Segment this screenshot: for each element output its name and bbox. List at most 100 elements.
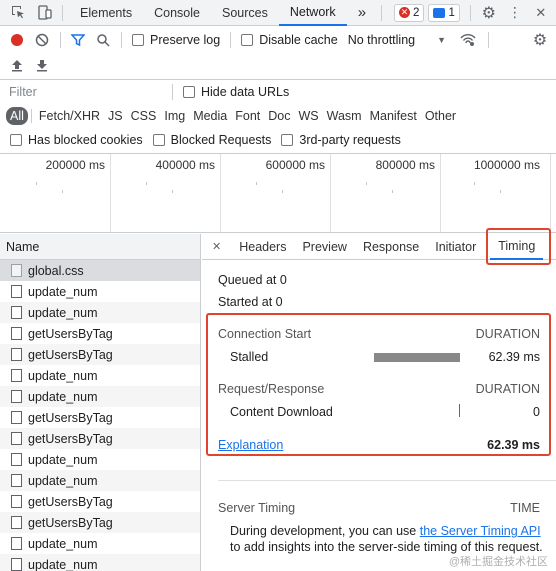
checkbox[interactable] <box>132 34 144 46</box>
search-icon[interactable] <box>95 32 111 48</box>
record-icon[interactable] <box>9 32 25 48</box>
request-name: update_num <box>28 284 98 299</box>
third-party-requests-checkbox[interactable]: 3rd-party requests <box>281 133 401 147</box>
started-at: Started at 0 <box>218 295 283 309</box>
import-har-icon[interactable] <box>9 57 25 73</box>
tab-sources[interactable]: Sources <box>211 0 279 26</box>
request-row[interactable]: update_num <box>0 554 200 571</box>
checkbox[interactable] <box>281 134 294 146</box>
close-details-icon[interactable]: ✕ <box>202 234 231 260</box>
request-name: update_num <box>28 557 98 571</box>
request-row[interactable]: update_num <box>0 386 200 407</box>
type-filter-doc[interactable]: Doc <box>264 107 294 125</box>
file-icon <box>11 432 22 445</box>
file-icon <box>11 348 22 361</box>
network-overview-timeline[interactable]: 200000 ms 400000 ms 600000 ms 800000 ms … <box>0 153 556 233</box>
network-settings-gear-icon[interactable]: ⚙ <box>532 32 548 49</box>
divider <box>218 480 556 481</box>
request-row[interactable]: global.css <box>0 260 200 281</box>
more-options-icon[interactable]: ⋮ <box>507 4 523 21</box>
request-name: update_num <box>28 536 98 551</box>
request-response-heading: Request/Response <box>218 382 325 396</box>
divider <box>121 32 122 48</box>
hide-data-urls-label: Hide data URLs <box>201 85 290 99</box>
request-row[interactable]: getUsersByTag <box>0 491 200 512</box>
request-row[interactable]: getUsersByTag <box>0 344 200 365</box>
request-row[interactable]: getUsersByTag <box>0 512 200 533</box>
checkbox[interactable] <box>152 134 165 146</box>
tab-initiator[interactable]: Initiator <box>427 234 484 260</box>
tab-headers[interactable]: Headers <box>231 234 294 260</box>
checkbox[interactable] <box>183 86 195 98</box>
checkbox[interactable] <box>241 34 254 46</box>
name-column-header[interactable]: Name <box>0 234 200 260</box>
messages-badge[interactable]: 1 <box>428 3 460 22</box>
import-export-toolbar <box>0 53 556 77</box>
type-filter-fetch-xhr[interactable]: Fetch/XHR <box>35 107 104 125</box>
has-blocked-cookies-checkbox[interactable]: Has blocked cookies <box>10 133 143 147</box>
more-tabs-button[interactable]: » <box>347 0 377 26</box>
tab-preview[interactable]: Preview <box>294 234 354 260</box>
request-name: update_num <box>28 389 98 404</box>
checkbox[interactable] <box>10 134 22 146</box>
request-row[interactable]: update_num <box>0 533 200 554</box>
timeline-label: 200000 ms <box>45 158 105 172</box>
device-toolbar-icon[interactable] <box>36 5 52 21</box>
filter-icon[interactable] <box>70 32 86 48</box>
type-filter-ws[interactable]: WS <box>294 107 322 125</box>
export-har-icon[interactable] <box>34 57 50 73</box>
timeline-tick <box>282 190 283 193</box>
tab-elements[interactable]: Elements <box>69 0 143 26</box>
request-row[interactable]: update_num <box>0 281 200 302</box>
request-row[interactable]: update_num <box>0 365 200 386</box>
network-conditions-icon[interactable] <box>460 32 476 48</box>
request-row[interactable]: update_num <box>0 470 200 491</box>
request-row[interactable]: getUsersByTag <box>0 323 200 344</box>
file-icon <box>11 537 22 550</box>
tab-response[interactable]: Response <box>355 234 427 260</box>
file-icon <box>11 453 22 466</box>
tab-network[interactable]: Network <box>278 0 347 26</box>
request-name: getUsersByTag <box>28 431 113 446</box>
timeline-tick <box>366 182 367 185</box>
request-row[interactable]: getUsersByTag <box>0 428 200 449</box>
request-row[interactable]: getUsersByTag <box>0 407 200 428</box>
file-icon <box>11 411 22 424</box>
type-filter-media[interactable]: Media <box>189 107 231 125</box>
type-filter-css[interactable]: CSS <box>127 107 161 125</box>
connection-start-heading: Connection Start <box>218 327 312 341</box>
dropdown-arrow-icon: ▼ <box>437 35 447 45</box>
explanation-link[interactable]: Explanation <box>218 438 283 452</box>
clear-icon[interactable] <box>34 32 50 48</box>
inspect-element-icon[interactable] <box>10 5 26 21</box>
timeline-label: 400000 ms <box>155 158 215 172</box>
file-icon <box>11 558 22 571</box>
queued-at: Queued at 0 <box>218 273 287 287</box>
settings-gear-icon[interactable]: ⚙ <box>481 5 497 22</box>
timeline-tick <box>172 190 173 193</box>
server-timing-api-link[interactable]: the Server Timing API <box>420 524 541 538</box>
content-download-value: 0 <box>533 405 540 419</box>
type-filter-other[interactable]: Other <box>421 107 460 125</box>
divider <box>488 32 490 48</box>
hide-data-urls-checkbox[interactable]: Hide data URLs <box>183 85 289 99</box>
disable-cache-checkbox[interactable]: Disable cache <box>241 33 338 47</box>
throttling-select[interactable]: No throttling ▼ <box>348 33 446 47</box>
type-filter-img[interactable]: Img <box>160 107 189 125</box>
type-filter-wasm[interactable]: Wasm <box>323 107 366 125</box>
type-filter-js[interactable]: JS <box>104 107 127 125</box>
filter-input[interactable]: Filter <box>4 82 172 102</box>
request-name: getUsersByTag <box>28 410 113 425</box>
tab-console[interactable]: Console <box>143 0 211 26</box>
request-row[interactable]: update_num <box>0 302 200 323</box>
type-filter-manifest[interactable]: Manifest <box>366 107 421 125</box>
errors-badge[interactable]: ✕ 2 <box>394 3 425 22</box>
file-icon <box>11 285 22 298</box>
preserve-log-checkbox[interactable]: Preserve log <box>132 33 220 47</box>
type-filter-font[interactable]: Font <box>231 107 264 125</box>
type-filter-all[interactable]: All <box>6 107 28 125</box>
file-icon <box>11 327 22 340</box>
request-row[interactable]: update_num <box>0 449 200 470</box>
close-devtools-icon[interactable]: ✕ <box>533 5 549 21</box>
blocked-requests-checkbox[interactable]: Blocked Requests <box>152 133 271 147</box>
